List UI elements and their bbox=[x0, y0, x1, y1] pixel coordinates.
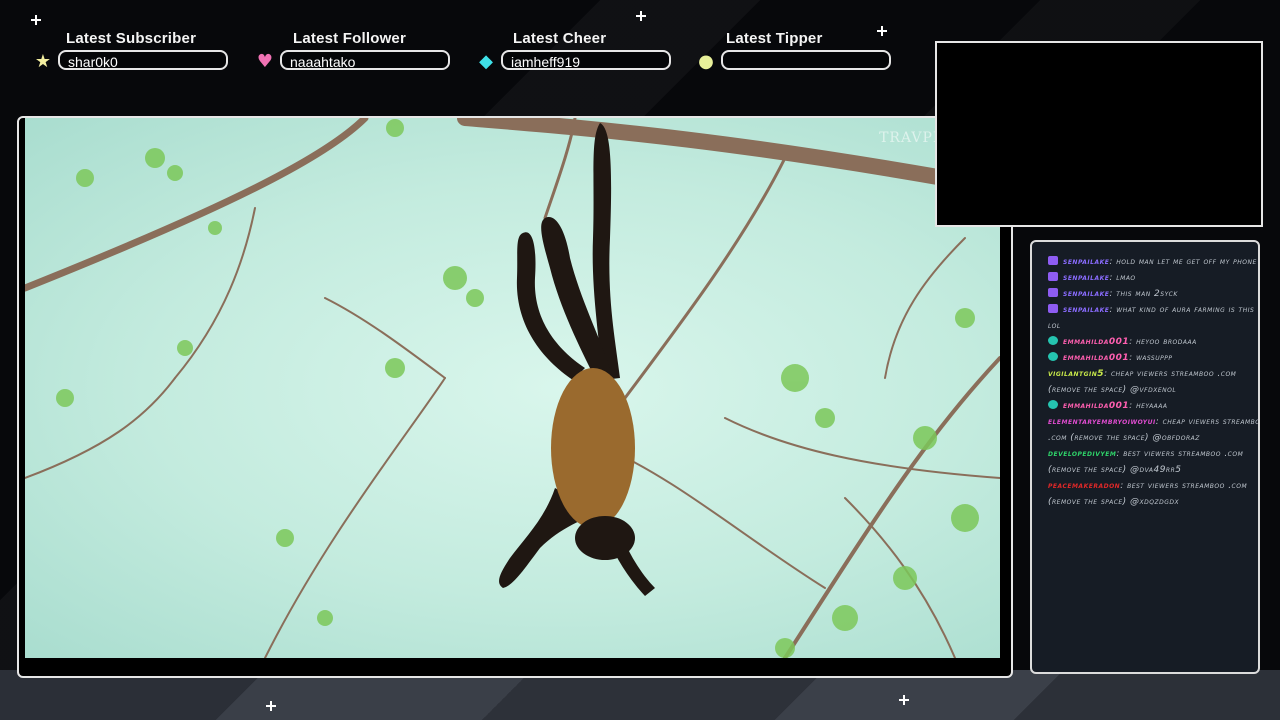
chat-message: senpailake: hold man let me get off my p… bbox=[1048, 254, 1258, 270]
stat-value: iamheff919 bbox=[501, 50, 671, 70]
chat-username[interactable]: senpailake bbox=[1063, 305, 1109, 315]
chat-message: senpailake: lmao bbox=[1048, 270, 1258, 286]
chat-message: emmahilda001: Heyaaaa bbox=[1048, 398, 1258, 414]
stat-value bbox=[721, 50, 891, 70]
chat-text: Heyaaaa bbox=[1136, 401, 1168, 411]
subscriber-badge-icon bbox=[1048, 304, 1058, 313]
chat-message-list: senpailake: hold man let me get off my p… bbox=[1048, 254, 1258, 510]
chat-message: developedivyem: Best viewers streamboo .… bbox=[1048, 446, 1258, 478]
sparkle-icon bbox=[31, 15, 41, 25]
chat-username[interactable]: senpailake bbox=[1063, 257, 1109, 267]
star-icon: ★ bbox=[34, 51, 52, 72]
chat-username[interactable]: vigilantgin5 bbox=[1048, 369, 1104, 379]
stat-title: Latest Tipper bbox=[726, 30, 823, 47]
chat-message: elementaryembryoiwoyui: Cheap viewers st… bbox=[1048, 414, 1258, 446]
chat-message: emmahilda001: heyoo brodaaa bbox=[1048, 334, 1258, 350]
viewer-badge-icon bbox=[1048, 400, 1058, 409]
stat-title: Latest Cheer bbox=[513, 30, 607, 47]
latest-follower: Latest Follower ♥ naaahtako bbox=[255, 30, 455, 74]
stat-value: shar0k0 bbox=[58, 50, 228, 70]
latest-tipper: Latest Tipper ● bbox=[696, 30, 896, 74]
sparkle-icon bbox=[636, 11, 646, 21]
chat-separator: : bbox=[1104, 369, 1111, 379]
sparkle-icon bbox=[899, 695, 909, 705]
chat-username[interactable]: emmahilda001 bbox=[1063, 337, 1129, 347]
chat-message: senpailake: what kind of aura farming is… bbox=[1048, 302, 1258, 334]
diamond-icon: ◆ bbox=[479, 51, 493, 72]
subscriber-badge-icon bbox=[1048, 256, 1058, 265]
video-player[interactable]: TRAVPEDIA bbox=[25, 118, 1000, 658]
viewer-badge-icon bbox=[1048, 336, 1058, 345]
chat-text: wassuppp bbox=[1136, 353, 1173, 363]
viewer-badge-icon bbox=[1048, 352, 1058, 361]
chat-message: vigilantgin5: Cheap viewers streamboo .c… bbox=[1048, 366, 1258, 398]
chat-message: senpailake: this man 2syck bbox=[1048, 286, 1258, 302]
stat-title: Latest Subscriber bbox=[66, 30, 197, 47]
chat-panel[interactable]: senpailake: hold man let me get off my p… bbox=[1030, 240, 1260, 674]
chat-text: this man 2syck bbox=[1116, 289, 1178, 299]
coin-icon: ● bbox=[698, 51, 714, 72]
video-scene bbox=[25, 118, 1000, 658]
subscriber-badge-icon bbox=[1048, 288, 1058, 297]
chat-message: emmahilda001: wassuppp bbox=[1048, 350, 1258, 366]
chat-separator: : bbox=[1155, 417, 1163, 427]
stat-value: naaahtako bbox=[280, 50, 450, 70]
chat-username[interactable]: developedivyem bbox=[1048, 449, 1116, 459]
chat-text: heyoo brodaaa bbox=[1136, 337, 1197, 347]
chat-message: peacemakeradon: Best viewers streamboo .… bbox=[1048, 478, 1258, 510]
webcam-frame bbox=[935, 41, 1263, 227]
heart-icon: ♥ bbox=[256, 51, 274, 72]
chat-username[interactable]: senpailake bbox=[1063, 289, 1109, 299]
chat-text: lmao bbox=[1116, 273, 1136, 283]
chat-username[interactable]: emmahilda001 bbox=[1063, 401, 1129, 411]
sparkle-icon bbox=[266, 701, 276, 711]
latest-cheer: Latest Cheer ◆ iamheff919 bbox=[476, 30, 676, 74]
latest-subscriber: Latest Subscriber ★ shar0k0 bbox=[33, 30, 233, 74]
chat-username[interactable]: elementaryembryoiwoyui bbox=[1048, 417, 1156, 427]
stat-title: Latest Follower bbox=[293, 30, 407, 47]
chat-text: hold man let me get off my phone bbox=[1116, 257, 1257, 267]
chat-username[interactable]: senpailake bbox=[1063, 273, 1109, 283]
chat-username[interactable]: peacemakeradon bbox=[1048, 481, 1120, 491]
subscriber-badge-icon bbox=[1048, 272, 1058, 281]
chat-username[interactable]: emmahilda001 bbox=[1063, 353, 1129, 363]
